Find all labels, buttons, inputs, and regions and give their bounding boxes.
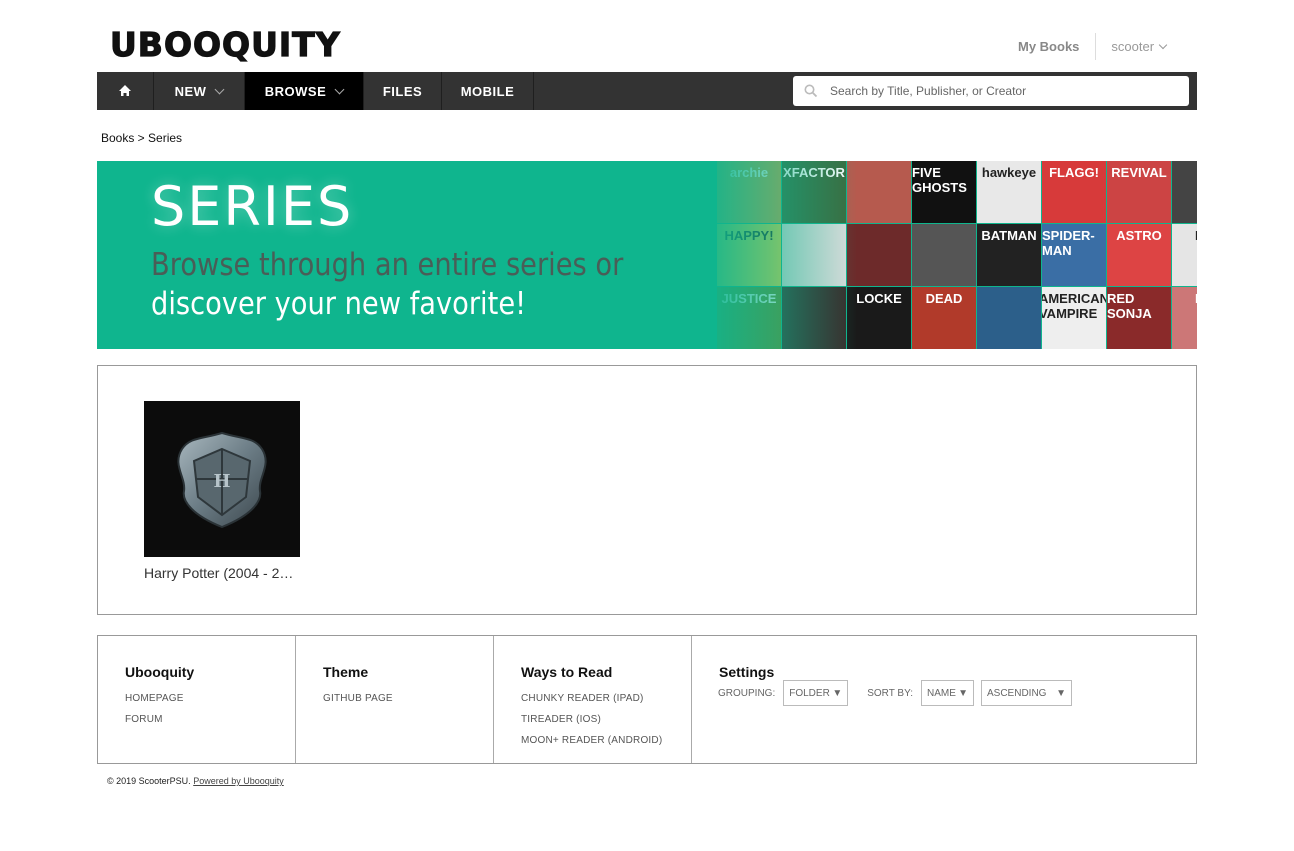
comic-cover: DEAD <box>912 287 976 349</box>
footer-col-ubooquity: Ubooquity HOMEPAGE FORUM <box>98 636 296 763</box>
grouping-select[interactable]: FOLDER ▼ <box>783 680 849 706</box>
my-books-link[interactable]: My Books <box>1000 33 1097 60</box>
comic-cover: EA <box>1172 224 1197 286</box>
powered-by-link[interactable]: Powered by Ubooquity <box>193 776 284 786</box>
nav-mobile[interactable]: MOBILE <box>442 72 534 110</box>
site-logo[interactable]: UBOOQUITY <box>109 24 341 64</box>
grouping-label: GROUPING: <box>718 687 776 699</box>
comic-cover: SPIDER-MAN <box>1042 224 1106 286</box>
series-cover[interactable]: H <box>144 401 300 557</box>
footer-heading: Ubooquity <box>125 664 195 680</box>
footer-col-ways: Ways to Read CHUNKY READER (IPAD) TIREAD… <box>494 636 692 763</box>
series-title[interactable]: Harry Potter (2004 - 2… <box>144 565 300 581</box>
banner-subtitle-line2: discover your new favorite! <box>151 286 527 322</box>
nav-new[interactable]: NEW <box>154 72 245 110</box>
order-select[interactable]: ASCENDING ▼ <box>981 680 1072 706</box>
comic-cover: ASTRO <box>1107 224 1171 286</box>
comic-cover: DE <box>1172 287 1197 349</box>
sort-label: SORT BY: <box>867 687 913 699</box>
series-banner: archieXFACTORFIVE GHOSTShawkeyeFLAGG!REV… <box>97 161 1197 349</box>
dropdown-arrow-icon: ▼ <box>958 687 968 699</box>
comic-cover: hawkeye <box>977 161 1041 223</box>
nav-files-label: FILES <box>382 83 423 99</box>
grouping-value: FOLDER <box>789 687 830 699</box>
banner-subtitle-line1: Browse through an entire series or <box>151 247 624 283</box>
copyright: © 2019 ScooterPSU. Powered by Ubooquity <box>107 776 284 786</box>
chevron-down-icon <box>334 84 345 94</box>
chevron-down-icon <box>214 84 225 94</box>
user-links: My Books scooter <box>1000 33 1197 60</box>
comic-cover <box>912 224 976 286</box>
banner-title: SERIES <box>151 175 354 238</box>
forum-link[interactable]: FORUM <box>125 709 295 730</box>
github-link[interactable]: GITHUB PAGE <box>323 688 493 709</box>
tireader-link[interactable]: TIREADER (IOS) <box>521 709 691 730</box>
sort-select[interactable]: NAME ▼ <box>921 680 974 706</box>
dropdown-arrow-icon: ▼ <box>832 687 843 699</box>
search-icon <box>804 84 818 98</box>
user-menu[interactable]: scooter <box>1096 39 1168 54</box>
nav-browse[interactable]: BROWSE <box>245 72 364 110</box>
footer-heading: Ways to Read <box>521 664 613 680</box>
search-input[interactable] <box>828 83 1172 99</box>
comic-cover: AMERICAN VAMPIRE <box>1042 287 1106 349</box>
comic-cover: REVIVAL <box>1107 161 1171 223</box>
comic-cover: FIVE GHOSTS <box>912 161 976 223</box>
copyright-text: © 2019 ScooterPSU. <box>107 776 191 786</box>
nav-new-label: NEW <box>174 83 207 99</box>
comic-cover: BATMAN <box>977 224 1041 286</box>
settings-row: GROUPING: FOLDER ▼ SORT BY: NAME ▼ ASCEN… <box>718 680 1196 706</box>
nav-mobile-label: MOBILE <box>460 83 515 99</box>
chevron-down-icon <box>1158 40 1168 49</box>
series-item[interactable]: H Harry Potter (2004 - 2… <box>144 401 300 581</box>
home-icon <box>119 85 131 96</box>
footer-col-settings: Settings GROUPING: FOLDER ▼ SORT BY: NAM… <box>692 636 1196 763</box>
comic-cover <box>977 287 1041 349</box>
search-box <box>793 76 1189 106</box>
svg-text:H: H <box>213 471 230 492</box>
series-grid: H Harry Potter (2004 - 2… <box>97 365 1197 615</box>
hogwarts-crest-icon: H <box>177 431 267 529</box>
homepage-link[interactable]: HOMEPAGE <box>125 688 295 709</box>
footer-heading: Settings <box>719 664 775 680</box>
username: scooter <box>1111 39 1155 54</box>
dropdown-arrow-icon: ▼ <box>1056 687 1066 699</box>
breadcrumb: Books > Series <box>101 131 183 145</box>
comic-cover: RED SONJA <box>1107 287 1171 349</box>
home-button[interactable] <box>97 72 154 110</box>
order-value: ASCENDING <box>987 687 1047 699</box>
banner-fade <box>697 161 857 349</box>
nav-browse-label: BROWSE <box>264 83 327 99</box>
footer-col-theme: Theme GITHUB PAGE <box>296 636 494 763</box>
moonreader-link[interactable]: MOON+ READER (ANDROID) <box>521 730 691 751</box>
sort-value: NAME <box>927 687 956 699</box>
chunky-link[interactable]: CHUNKY READER (IPAD) <box>521 688 691 709</box>
comic-cover: 2 <box>1172 161 1197 223</box>
footer-heading: Theme <box>323 664 369 680</box>
nav-files[interactable]: FILES <box>364 72 442 110</box>
footer: Ubooquity HOMEPAGE FORUM Theme GITHUB PA… <box>97 635 1197 764</box>
comic-cover: FLAGG! <box>1042 161 1106 223</box>
